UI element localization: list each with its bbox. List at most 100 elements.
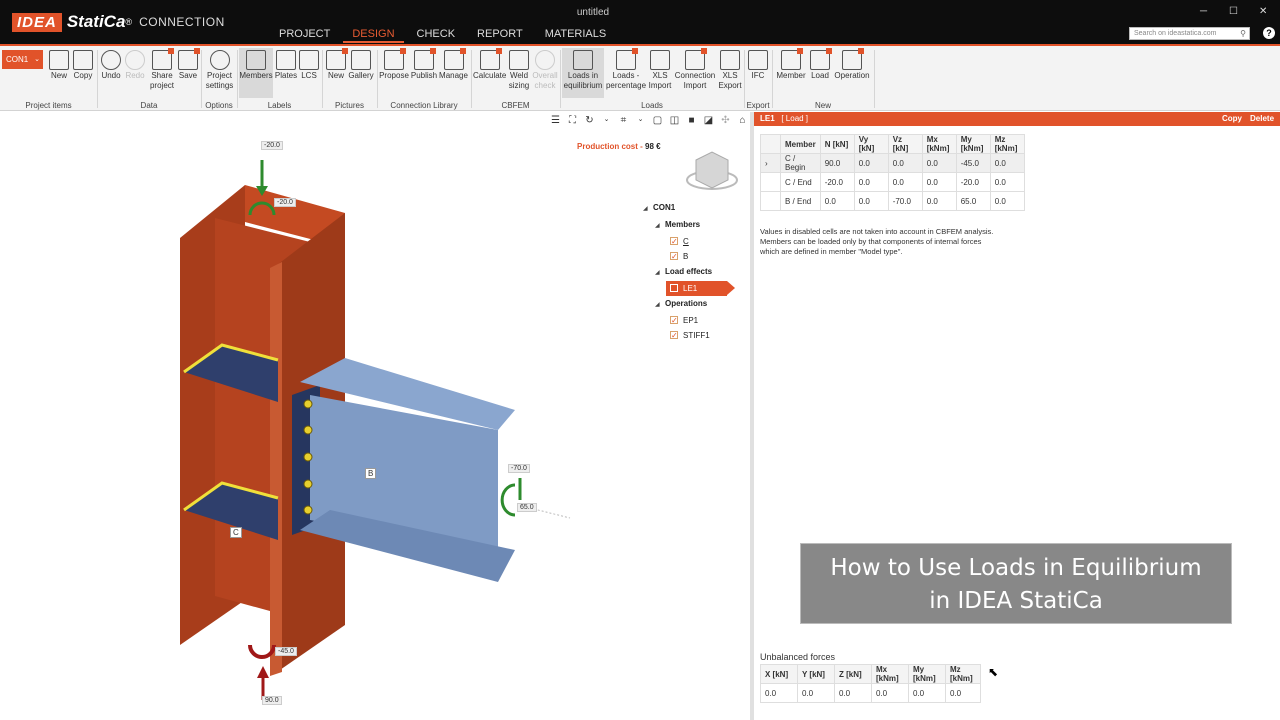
checkbox-icon[interactable] [670,249,678,264]
xls-import-button[interactable]: XLS Import [648,48,672,91]
tree-operation-ep1[interactable]: EP1 [643,313,727,328]
calculate-button[interactable]: Calculate [473,48,506,81]
gallery-button[interactable]: Gallery [347,48,375,81]
view-cube-icon[interactable] [695,151,729,189]
cell[interactable]: 0.0 [989,172,1025,192]
cell[interactable]: 0.0 [989,191,1025,211]
cell[interactable]: -45.0 [955,153,991,173]
new-load-button[interactable]: Load [808,48,832,81]
copy-button[interactable]: Copy [72,48,94,81]
home-icon[interactable]: ⌂ [736,115,749,128]
axis-icon[interactable]: ✣ [719,115,732,128]
wireframe-icon[interactable]: ▢ [651,115,664,128]
weld-sizing-button[interactable]: Weld sizing [507,48,531,91]
minimize-icon[interactable]: ─ [1200,6,1207,17]
new-picture-button[interactable]: New [325,48,348,81]
menu-materials[interactable]: MATERIALS [536,27,616,43]
new-operation-button[interactable]: Operation [832,48,872,81]
cell[interactable]: 0.0 [853,191,889,211]
member-label-c[interactable]: C [230,527,242,538]
search-icon[interactable]: ⚲ [1240,28,1246,39]
help-icon[interactable]: ? [1263,27,1275,39]
tree-members-node[interactable]: ◢ Members [643,217,727,234]
member-label-b[interactable]: B [365,468,377,479]
copy-load-button[interactable]: Copy [1222,112,1242,126]
maximize-icon[interactable]: ☐ [1229,6,1238,17]
search-input[interactable]: Search on ideastatica.com ⚲ [1129,27,1250,40]
menu-report[interactable]: REPORT [468,27,532,43]
new-button[interactable]: New [48,48,70,81]
row-selector-icon[interactable]: › [760,153,781,173]
tree-load-effects-node[interactable]: ◢ Load effects [643,264,727,281]
table-row[interactable]: C / End -20.0 0.0 0.0 0.0 -20.0 0.0 [760,172,1025,192]
checkbox-icon[interactable] [670,313,678,328]
redo-button[interactable]: Redo [124,48,146,81]
delete-load-button[interactable]: Delete [1250,112,1274,126]
cell[interactable]: 0.0 [853,153,889,173]
project-settings-button[interactable]: Project settings [204,48,235,91]
cell[interactable]: -20.0 [819,172,855,192]
tree-member-b[interactable]: B [643,249,727,264]
cell[interactable]: 65.0 [955,191,991,211]
collapse-icon[interactable]: ◢ [655,266,665,281]
cell[interactable]: -20.0 [955,172,991,192]
cell[interactable]: 0.0 [853,172,889,192]
menu-project[interactable]: PROJECT [270,27,339,43]
loads-percentage-button[interactable]: Loads - percentage [605,48,647,91]
tree-operations-node[interactable]: ◢ Operations [643,296,727,313]
chevron-down-icon[interactable]: ⌄ [634,115,647,128]
crop-icon[interactable]: ⌗ [617,115,630,128]
3d-viewport[interactable]: -20.0 -20.0 -45.0 90.0 -70.0 65.0 B C [0,112,750,720]
manage-button[interactable]: Manage [438,48,469,81]
close-icon[interactable]: ✕ [1259,6,1267,17]
menu-check[interactable]: CHECK [408,27,465,43]
members-button[interactable]: Members [239,48,273,98]
cell[interactable]: 0.0 [887,172,923,192]
connection-model[interactable] [0,112,750,720]
table-row[interactable]: › C / Begin 90.0 0.0 0.0 0.0 -45.0 0.0 [760,153,1025,173]
cell[interactable]: 0.0 [989,153,1025,173]
cell[interactable]: 0.0 [921,191,957,211]
tree-load-le1[interactable]: LE1 [643,281,736,296]
collapse-icon[interactable]: ◢ [655,298,665,313]
save-button[interactable]: Save [177,48,200,81]
chevron-down-icon[interactable]: ⌄ [600,115,613,128]
collapse-icon[interactable]: ◢ [655,219,665,234]
tree-load-le1-selected[interactable]: LE1 [666,281,736,296]
xls-export-button[interactable]: XLS Export [718,48,742,91]
tree-member-c[interactable]: C [643,234,727,249]
row-selector[interactable] [760,191,781,211]
connection-selector[interactable]: CON1 ⌄ [2,50,43,69]
row-selector[interactable] [760,172,781,192]
new-member-button[interactable]: Member [775,48,807,81]
cell[interactable]: 0.0 [887,153,923,173]
plates-button[interactable]: Plates [274,48,298,81]
sections-icon[interactable]: ☰ [549,115,562,128]
render-icon[interactable]: ◪ [702,115,715,128]
collapse-icon[interactable]: ◢ [643,202,653,217]
transparent-icon[interactable]: ◫ [668,115,681,128]
rotate-icon[interactable]: ↻ [583,115,596,128]
share-project-button[interactable]: Share project [148,48,176,91]
zoom-fit-icon[interactable]: ⛶ [566,115,579,128]
connection-import-button[interactable]: Connection Import [673,48,717,91]
table-row[interactable]: B / End 0.0 0.0 -70.0 0.0 65.0 0.0 [760,191,1025,211]
checkbox-icon[interactable] [670,328,678,343]
cell[interactable]: 90.0 [819,153,855,173]
checkbox-icon[interactable] [670,281,678,296]
overall-check-button[interactable]: Overall check [532,48,558,91]
cell[interactable]: 0.0 [921,172,957,192]
undo-button[interactable]: Undo [100,48,122,81]
menu-design[interactable]: DESIGN [343,27,404,43]
cell[interactable]: -70.0 [887,191,923,211]
tree-root[interactable]: ◢ CON1 [643,200,727,217]
ifc-button[interactable]: IFC [747,48,769,81]
publish-button[interactable]: Publish [410,48,438,81]
checkbox-icon[interactable] [670,234,678,249]
loads-in-equilibrium-button[interactable]: Loads in equilibrium [562,48,604,98]
cell[interactable]: 0.0 [819,191,855,211]
lcs-button[interactable]: LCS [299,48,319,81]
tree-operation-stiff1[interactable]: STIFF1 [643,328,727,343]
cell[interactable]: 0.0 [921,153,957,173]
propose-button[interactable]: Propose [379,48,409,81]
